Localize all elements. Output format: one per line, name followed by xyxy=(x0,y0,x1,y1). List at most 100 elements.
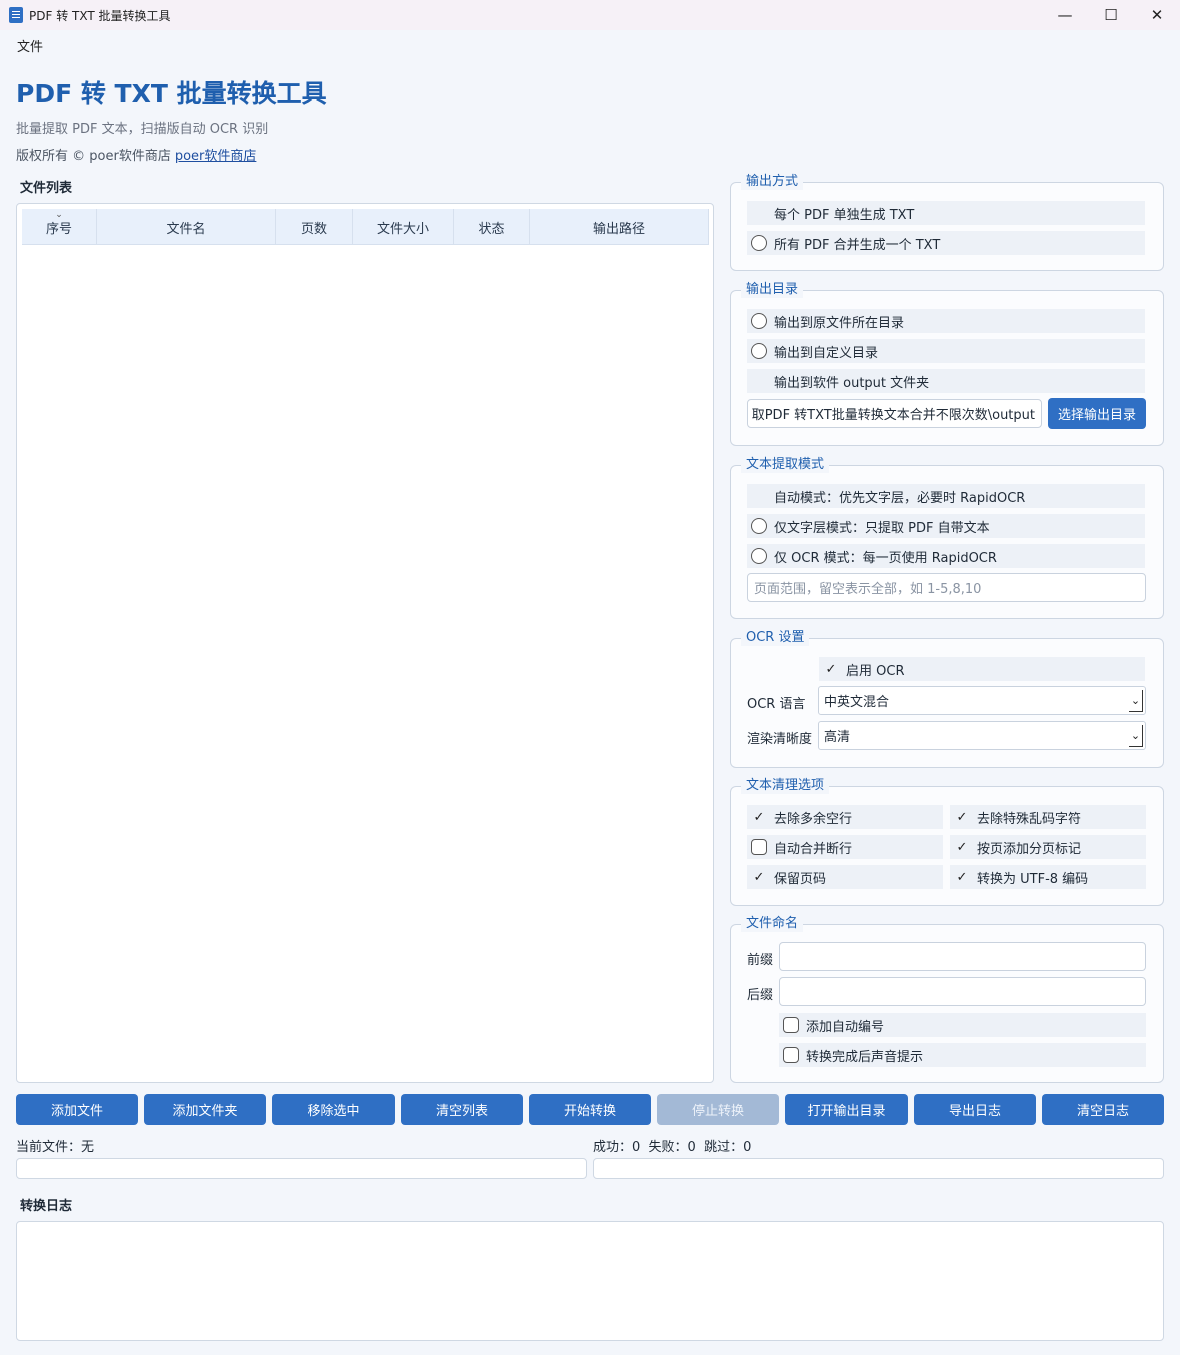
option-label: 转换完成后声音提示 xyxy=(806,1049,924,1065)
file-table[interactable]: ⌄ 序号 文件名 页数 文件大小 状态 输出路径 xyxy=(16,203,714,1083)
option-label: 每个 PDF 单独生成 TXT xyxy=(774,207,915,223)
suffix-input[interactable] xyxy=(779,977,1146,1006)
option-label: 按页添加分页标记 xyxy=(977,841,1082,857)
column-header-status[interactable]: 状态 xyxy=(454,209,530,245)
cleanup-remove-garbled-chars[interactable]: ✓ 去除特殊乱码字符 xyxy=(950,805,1146,829)
prefix-label: 前缀 xyxy=(747,953,774,968)
checkmark-icon: ✓ xyxy=(956,839,968,855)
page-range-input[interactable]: 页面范围，留空表示全部，如 1-5,8,10 xyxy=(747,573,1146,602)
checkmark-icon: ✓ xyxy=(956,809,968,825)
sound-alert-checkbox[interactable]: 转换完成后声音提示 xyxy=(779,1043,1146,1067)
window-title: PDF 转 TXT 批量转换工具 xyxy=(29,8,171,23)
cleanup-merge-broken-lines[interactable]: 自动合并断行 xyxy=(747,835,943,859)
page-range-placeholder: 页面范围，留空表示全部，如 1-5,8,10 xyxy=(754,582,982,597)
output-path-input[interactable]: 取PDF 转TXT批量转换文本合并不限次数\output xyxy=(747,399,1042,428)
select-value: 高清 xyxy=(824,730,851,745)
column-label: 序号 xyxy=(45,221,72,237)
ocr-settings-title: OCR 设置 xyxy=(741,630,810,646)
render-clarity-select[interactable]: 高清 ⌄ xyxy=(818,721,1146,750)
checkbox-icon[interactable] xyxy=(751,839,767,855)
option-label: 输出到原文件所在目录 xyxy=(774,315,905,331)
checkmark-icon: ✓ xyxy=(753,869,765,885)
radio-icon[interactable] xyxy=(751,548,767,564)
radio-icon[interactable] xyxy=(751,235,767,251)
menu-file[interactable]: 文件 xyxy=(17,36,43,55)
column-header-pages[interactable]: 页数 xyxy=(276,209,353,245)
open-output-dir-button[interactable]: 打开输出目录 xyxy=(785,1094,908,1125)
log-textarea[interactable] xyxy=(16,1221,1164,1341)
output-dir-custom[interactable]: 输出到自定义目录 xyxy=(747,339,1145,363)
chevron-down-icon: ⌄ xyxy=(1129,690,1143,712)
column-header-index[interactable]: ⌄ 序号 xyxy=(22,209,97,245)
close-button[interactable]: ✕ xyxy=(1134,0,1180,30)
add-folder-button[interactable]: 添加文件夹 xyxy=(144,1094,266,1125)
cleanup-page-break-marks[interactable]: ✓ 按页添加分页标记 xyxy=(950,835,1146,859)
radio-icon[interactable] xyxy=(751,518,767,534)
radio-icon[interactable] xyxy=(751,313,767,329)
checkbox-icon[interactable] xyxy=(783,1047,799,1063)
option-label: 去除多余空行 xyxy=(774,811,853,827)
option-label: 仅文字层模式：只提取 PDF 自带文本 xyxy=(774,520,990,536)
extract-mode-ocr-only[interactable]: 仅 OCR 模式：每一页使用 RapidOCR xyxy=(747,544,1145,568)
remove-selected-button[interactable]: 移除选中 xyxy=(272,1094,395,1125)
ocr-language-select[interactable]: 中英文混合 ⌄ xyxy=(818,686,1146,715)
column-header-filename[interactable]: 文件名 xyxy=(97,209,276,245)
option-label: 保留页码 xyxy=(774,871,827,887)
log-label: 转换日志 xyxy=(20,1199,73,1214)
output-dir-source[interactable]: 输出到原文件所在目录 xyxy=(747,309,1145,333)
prefix-input[interactable] xyxy=(779,942,1146,971)
cleanup-keep-page-numbers[interactable]: ✓ 保留页码 xyxy=(747,865,943,889)
chevron-down-icon: ⌄ xyxy=(1129,725,1143,747)
output-mode-title: 输出方式 xyxy=(741,174,804,190)
menu-bar: 文件 xyxy=(0,30,1180,60)
file-progress-bar xyxy=(16,1158,587,1179)
add-file-button[interactable]: 添加文件 xyxy=(16,1094,138,1125)
title-bar: PDF 转 TXT 批量转换工具 — ☐ ✕ xyxy=(0,0,1180,30)
option-label: 所有 PDF 合并生成一个 TXT xyxy=(774,237,941,253)
extract-mode-auto[interactable]: 自动模式：优先文字层，必要时 RapidOCR xyxy=(747,484,1145,508)
ocr-language-label: OCR 语言 xyxy=(747,697,806,712)
table-header: ⌄ 序号 文件名 页数 文件大小 状态 输出路径 xyxy=(22,209,709,245)
export-log-button[interactable]: 导出日志 xyxy=(914,1094,1036,1125)
option-label: 自动合并断行 xyxy=(774,841,853,857)
option-label: 输出到自定义目录 xyxy=(774,345,879,361)
result-counts: 成功：0 失败：0 跳过：0 xyxy=(593,1140,752,1155)
choose-output-dir-button[interactable]: 选择输出目录 xyxy=(1048,398,1146,429)
copyright-text: 版权所有 © poer软件商店 xyxy=(16,149,171,164)
current-file-status: 当前文件：无 xyxy=(16,1140,95,1155)
output-mode-merge[interactable]: 所有 PDF 合并生成一个 TXT xyxy=(747,231,1145,255)
page-subtitle: 批量提取 PDF 文本，扫描版自动 OCR 识别 xyxy=(16,122,269,137)
option-label: 去除特殊乱码字符 xyxy=(977,811,1082,827)
start-conversion-button[interactable]: 开始转换 xyxy=(529,1094,651,1125)
radio-icon[interactable] xyxy=(751,343,767,359)
option-label: 启用 OCR xyxy=(846,663,905,679)
document-icon xyxy=(9,7,23,23)
window-controls: — ☐ ✕ xyxy=(1042,0,1180,30)
option-label: 仅 OCR 模式：每一页使用 RapidOCR xyxy=(774,550,997,566)
option-label: 转换为 UTF-8 编码 xyxy=(977,871,1089,887)
cleanup-utf8-encoding[interactable]: ✓ 转换为 UTF-8 编码 xyxy=(950,865,1146,889)
cleanup-remove-blank-lines[interactable]: ✓ 去除多余空行 xyxy=(747,805,943,829)
auto-number-checkbox[interactable]: 添加自动编号 xyxy=(779,1013,1146,1037)
enable-ocr-checkbox[interactable]: ✓ 启用 OCR xyxy=(819,657,1145,681)
output-dir-software[interactable]: 输出到软件 output 文件夹 xyxy=(747,369,1145,393)
option-label: 输出到软件 output 文件夹 xyxy=(774,375,930,391)
clear-list-button[interactable]: 清空列表 xyxy=(401,1094,523,1125)
store-link[interactable]: poer软件商店 xyxy=(175,149,257,164)
naming-title: 文件命名 xyxy=(741,916,804,932)
page-title: PDF 转 TXT 批量转换工具 xyxy=(16,79,327,108)
option-label: 自动模式：优先文字层，必要时 RapidOCR xyxy=(774,490,1026,506)
clear-log-button[interactable]: 清空日志 xyxy=(1042,1094,1164,1125)
select-value: 中英文混合 xyxy=(824,695,890,710)
stop-conversion-button[interactable]: 停止转换 xyxy=(657,1094,779,1125)
output-mode-separate[interactable]: 每个 PDF 单独生成 TXT xyxy=(747,201,1145,225)
checkmark-icon: ✓ xyxy=(753,809,765,825)
sort-down-icon: ⌄ xyxy=(55,210,63,220)
checkbox-icon[interactable] xyxy=(783,1017,799,1033)
file-list-label: 文件列表 xyxy=(20,181,73,196)
maximize-button[interactable]: ☐ xyxy=(1088,0,1134,30)
column-header-output-path[interactable]: 输出路径 xyxy=(530,209,709,245)
extract-mode-text-only[interactable]: 仅文字层模式：只提取 PDF 自带文本 xyxy=(747,514,1145,538)
minimize-button[interactable]: — xyxy=(1042,0,1088,30)
column-header-size[interactable]: 文件大小 xyxy=(353,209,454,245)
